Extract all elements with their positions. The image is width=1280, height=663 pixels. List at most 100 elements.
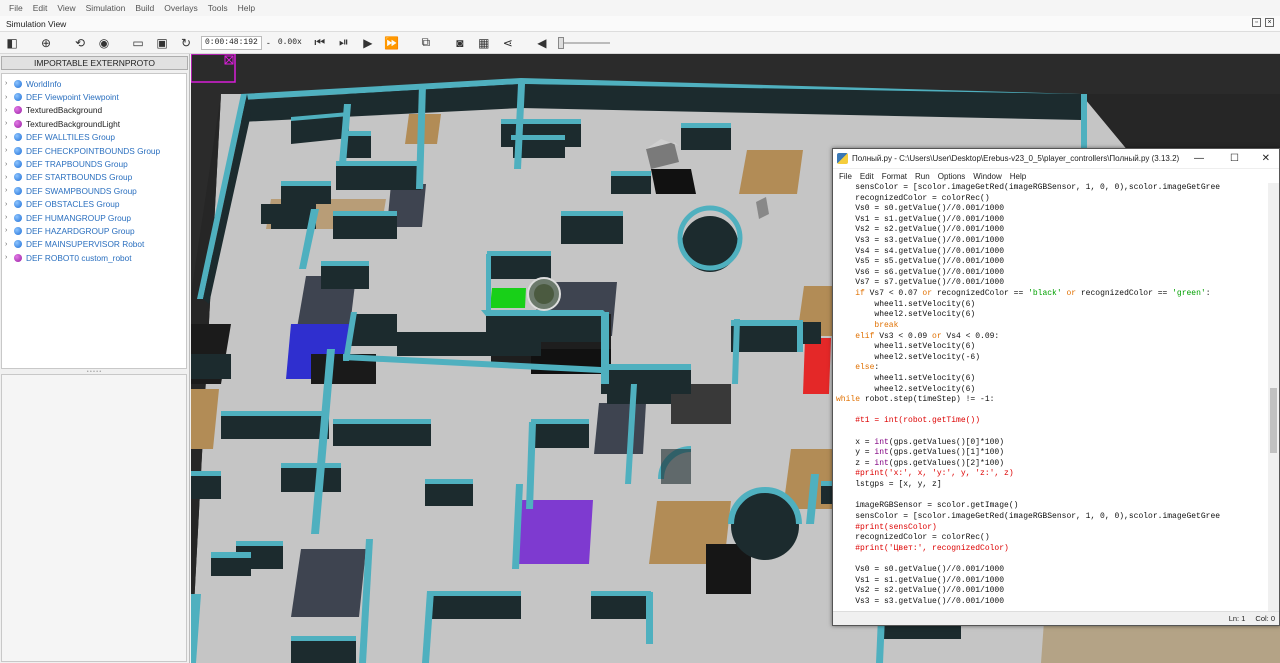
maximize-icon[interactable]: ☐ <box>1230 153 1239 164</box>
expand-arrow-icon[interactable]: › <box>2 254 11 261</box>
run-icon[interactable]: ▶ <box>356 33 380 53</box>
expand-arrow-icon[interactable]: › <box>2 80 11 87</box>
sidebar: IMPORTABLE EXTERNPROTO › WorldInfo › DEF Vi… <box>0 54 190 663</box>
node-type-icon <box>14 213 22 222</box>
menu-item-overlays[interactable]: Overlays <box>159 3 203 13</box>
scene-tree-node[interactable]: › DEF TRAPBOUNDS Group <box>2 157 186 170</box>
code-line: Vs3 = s3.getValue()//0.001/1000 <box>836 596 1005 606</box>
expand-arrow-icon[interactable]: › <box>2 214 11 221</box>
menu-item-file[interactable]: File <box>4 3 28 13</box>
editor-menu-run[interactable]: Run <box>911 172 934 181</box>
restore-icon[interactable]: ▫ <box>1252 18 1261 27</box>
minimize-icon[interactable]: — <box>1194 153 1204 164</box>
scene-tree-node[interactable]: › DEF SWAMPBOUNDS Group <box>2 184 186 197</box>
expand-arrow-icon[interactable]: › <box>2 227 11 234</box>
expand-arrow-icon[interactable]: › <box>2 201 11 208</box>
volume-slider[interactable] <box>557 36 610 49</box>
node-type-icon <box>14 160 22 169</box>
scene-tree-node[interactable]: › DEF OBSTACLES Group <box>2 198 186 211</box>
editor-menu-window[interactable]: Window <box>969 172 1005 181</box>
expand-arrow-icon[interactable]: › <box>2 161 11 168</box>
node-type-icon <box>14 253 22 262</box>
code-line: if Vs7 < 0.07 or recognizedColor == 'bla… <box>855 289 1211 299</box>
reset-simulation-icon[interactable]: ⏮ <box>308 33 332 53</box>
green-tile <box>490 288 526 308</box>
step-icon[interactable]: ⏯ <box>332 33 356 53</box>
editor-scrollbar[interactable] <box>1268 183 1279 611</box>
close-icon[interactable]: × <box>1265 18 1274 27</box>
menu-item-view[interactable]: View <box>52 3 80 13</box>
code-line: wheel1.setVelocity(6) <box>836 342 976 352</box>
scene-tree-node[interactable]: › DEF WALLTILES Group <box>2 131 186 144</box>
scene-tree-node[interactable]: › TexturedBackgroundLight <box>2 117 186 130</box>
idle-editor-window[interactable]: Полный.py - C:\Users\User\Desktop\Erebus… <box>832 148 1280 626</box>
code-line: Vs5 = s5.getValue()//0.001/1000 <box>836 257 1005 267</box>
movie-icon[interactable]: ▦ <box>472 33 496 53</box>
menu-item-help[interactable]: Help <box>233 3 260 13</box>
code-line: break <box>874 320 899 330</box>
expand-arrow-icon[interactable]: › <box>2 134 11 141</box>
python-icon <box>837 153 848 164</box>
scene-tree-toggle-icon[interactable]: ◧ <box>0 33 24 53</box>
editor-menu-options[interactable]: Options <box>934 172 970 181</box>
node-type-icon <box>14 186 22 195</box>
node-type-icon <box>14 200 22 209</box>
node-type-icon <box>14 79 22 88</box>
editor-menu-help[interactable]: Help <box>1006 172 1030 181</box>
expand-arrow-icon[interactable]: › <box>2 147 11 154</box>
scene-tree-node-label: DEF Viewpoint Viewpoint <box>26 92 119 103</box>
scene-tree-node[interactable]: › TexturedBackground <box>2 104 186 117</box>
code-line: Vs4 = s4.getValue()//0.001/1000 <box>836 246 1005 256</box>
expand-arrow-icon[interactable]: › <box>2 94 11 101</box>
editor-menu-edit[interactable]: Edit <box>856 172 878 181</box>
open-world-icon[interactable]: ▭ <box>126 33 150 53</box>
scene-tree-node[interactable]: › DEF Viewpoint Viewpoint <box>2 90 186 103</box>
scene-tree-node-label: DEF ROBOT0 custom_robot <box>26 252 132 263</box>
swamp-tile <box>291 549 366 617</box>
add-node-icon[interactable]: ⊕ <box>34 33 58 53</box>
scene-tree-node[interactable]: › DEF CHECKPOINTBOUNDS Group <box>2 144 186 157</box>
sound-icon[interactable]: ◀ <box>530 33 554 53</box>
node-type-icon <box>14 93 22 102</box>
expand-arrow-icon[interactable]: › <box>2 120 11 127</box>
volume-slider-knob[interactable] <box>557 36 564 49</box>
expand-arrow-icon[interactable]: › <box>2 187 11 194</box>
scene-tree-node-label: DEF MAINSUPERVISOR Robot <box>26 239 145 250</box>
code-line: #print(sensColor) <box>855 522 937 532</box>
save-world-icon[interactable]: ▣ <box>150 33 174 53</box>
scene-tree-node[interactable]: › DEF HAZARDGROUP Group <box>2 224 186 237</box>
scene-tree-node[interactable]: › DEF ROBOT0 custom_robot <box>2 251 186 264</box>
scene-tree-node[interactable]: › DEF STARTBOUNDS Group <box>2 171 186 184</box>
code-line: sensColor = [scolor.imageGetRed(imageRGB… <box>836 183 1221 192</box>
share-icon[interactable]: ⋖ <box>496 33 520 53</box>
code-line: recognizedColor = colorRec() <box>836 533 990 543</box>
node-type-icon <box>14 240 22 249</box>
expand-arrow-icon[interactable]: › <box>2 107 11 114</box>
menu-item-tools[interactable]: Tools <box>203 3 233 13</box>
scene-tree-node[interactable]: › WorldInfo <box>2 77 186 90</box>
code-line: elif Vs3 < 0.09 or Vs4 < 0.09: <box>855 331 1000 341</box>
editor-menu-file[interactable]: File <box>835 172 856 181</box>
expand-arrow-icon[interactable]: › <box>2 241 11 248</box>
menu-item-simulation[interactable]: Simulation <box>81 3 131 13</box>
scene-tree-node[interactable]: › DEF HUMANGROUP Group <box>2 211 186 224</box>
menu-item-build[interactable]: Build <box>130 3 159 13</box>
scrollbar-thumb[interactable] <box>1270 388 1277 453</box>
menu-item-edit[interactable]: Edit <box>28 3 53 13</box>
importable-externproto-button[interactable]: IMPORTABLE EXTERNPROTO <box>1 56 188 70</box>
eye-icon[interactable]: ◉ <box>92 33 116 53</box>
screenshot-icon[interactable]: ◙ <box>448 33 472 53</box>
splitter[interactable]: • • • • • <box>1 369 187 375</box>
code-area[interactable]: sensColor = [scolor.imageGetRed(imageRGB… <box>833 183 1269 611</box>
view-cube-icon[interactable]: ⧉ <box>414 33 438 53</box>
expand-arrow-icon[interactable]: › <box>2 174 11 181</box>
editor-menu-format[interactable]: Format <box>878 172 911 181</box>
code-line: recognizedColor = colorRec() <box>836 193 990 203</box>
fast-forward-icon[interactable]: ⏩ <box>380 33 404 53</box>
scene-tree-node[interactable]: › DEF MAINSUPERVISOR Robot <box>2 238 186 251</box>
reload-world-icon[interactable]: ↻ <box>174 33 198 53</box>
refresh-node-icon[interactable]: ⟲ <box>68 33 92 53</box>
editor-title: Полный.py - C:\Users\User\Desktop\Erebus… <box>852 154 1180 163</box>
close-window-icon[interactable]: ✕ <box>1262 153 1270 164</box>
